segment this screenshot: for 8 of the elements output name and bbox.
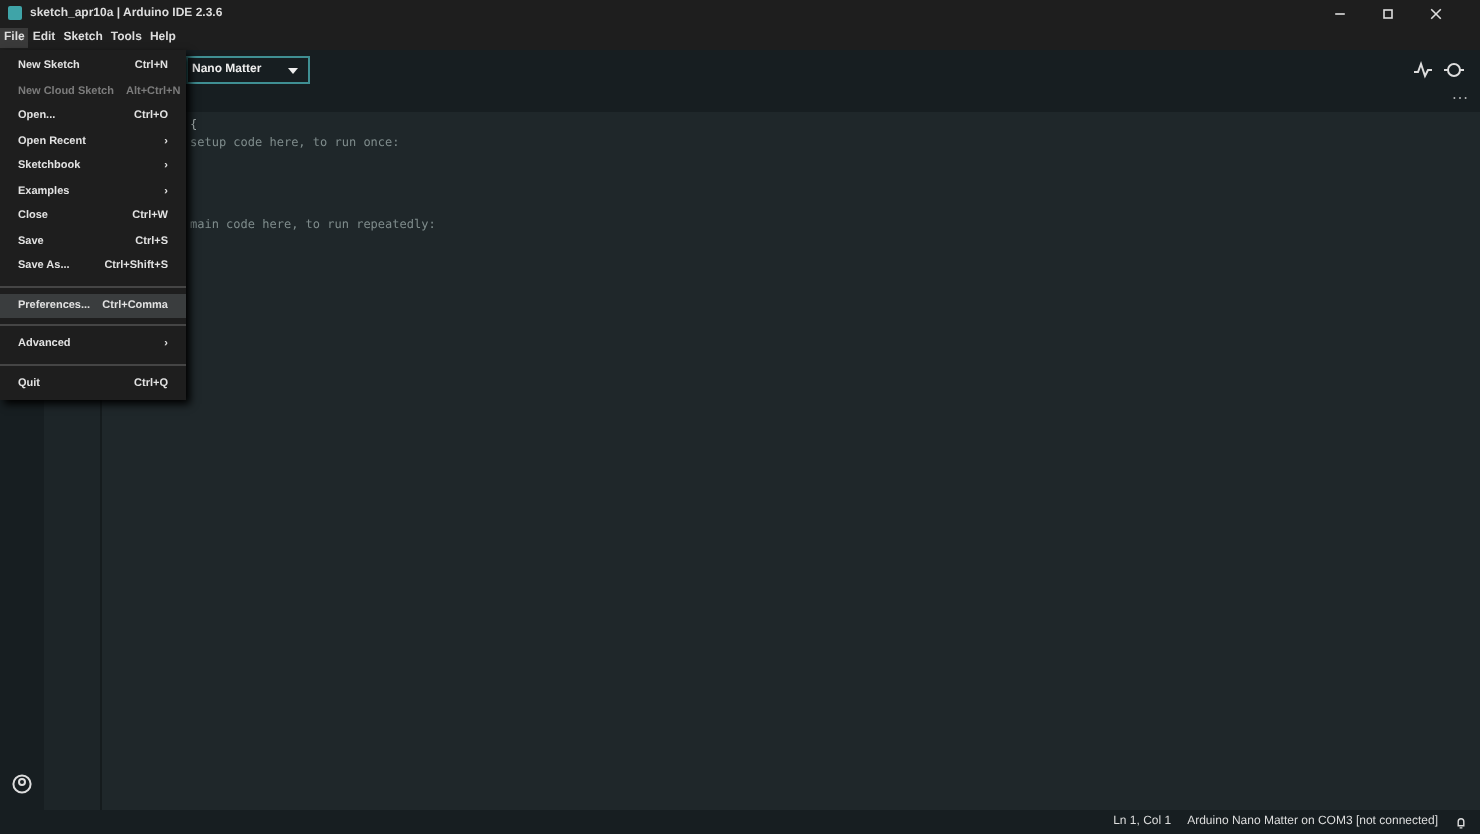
serial-plotter-icon[interactable] [1412,60,1432,80]
profile-icon[interactable] [12,774,32,794]
maximize-icon[interactable] [1380,5,1396,21]
close-icon[interactable] [1428,5,1444,21]
app-logo-icon [8,6,22,20]
bell-icon[interactable] [1454,815,1468,829]
caret-icon [288,67,298,73]
serial-monitor-icon[interactable] [1444,60,1464,80]
